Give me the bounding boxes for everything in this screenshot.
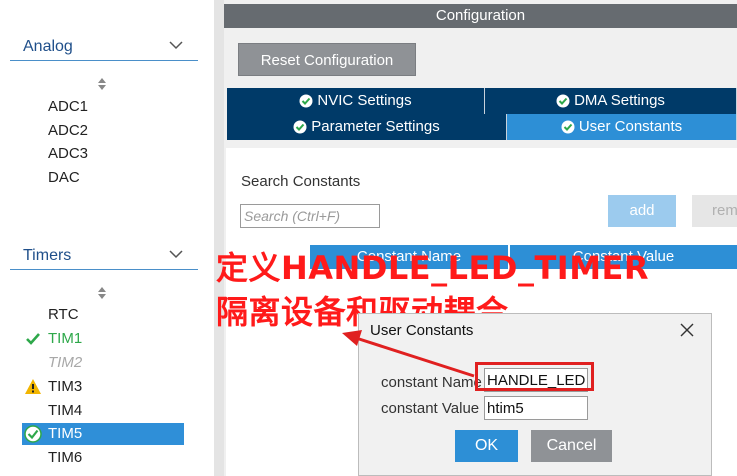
constant-name-label: constant Name <box>381 374 482 391</box>
sidebar-item-label: TIM1 <box>48 330 83 347</box>
category-header-analog[interactable]: Analog <box>10 35 198 61</box>
tab-user-constants[interactable]: User Constants <box>507 114 737 140</box>
tab-label: User Constants <box>578 118 683 135</box>
tab-label: DMA Settings <box>574 92 665 109</box>
tab-label: Parameter Settings <box>311 118 440 135</box>
peripheral-sidebar: Analog ADC1 ADC2 ADC3 DAC Timers RTC TIM… <box>0 0 214 476</box>
chevron-down-icon[interactable] <box>168 246 184 262</box>
category-label: Analog <box>23 38 73 55</box>
sidebar-item-label: TIM5 <box>48 425 83 442</box>
tab-nvic-settings[interactable]: NVIC Settings <box>227 88 485 114</box>
category-header-timers[interactable]: Timers <box>10 244 198 270</box>
sidebar-item-adc1[interactable]: ADC1 <box>48 97 88 117</box>
panel-title: Configuration <box>224 4 737 28</box>
check-circle-icon <box>293 120 307 134</box>
sort-icon[interactable] <box>96 77 108 91</box>
sidebar-item-label: TIM3 <box>48 378 83 395</box>
dialog-title: User Constants <box>370 322 474 339</box>
chevron-down-icon[interactable] <box>168 37 184 53</box>
splitter[interactable] <box>214 0 224 476</box>
sidebar-item-tim5[interactable]: TIM5 <box>22 423 184 445</box>
sort-icon[interactable] <box>96 286 108 300</box>
sidebar-item-adc2[interactable]: ADC2 <box>48 121 88 141</box>
ok-button[interactable]: OK <box>455 430 518 462</box>
cancel-button[interactable]: Cancel <box>531 430 612 462</box>
check-circle-icon <box>24 425 42 443</box>
tab-dma-settings[interactable]: DMA Settings <box>485 88 737 114</box>
add-button[interactable]: add <box>608 195 676 227</box>
sidebar-item-tim2[interactable]: TIM2 <box>48 353 82 373</box>
constant-value-field[interactable] <box>484 396 588 420</box>
sidebar-item-tim3[interactable]: TIM3 <box>22 376 184 398</box>
remove-button[interactable]: remove <box>692 195 737 227</box>
sidebar-item-rtc[interactable]: RTC <box>48 305 79 325</box>
tab-parameter-settings[interactable]: Parameter Settings <box>227 114 507 140</box>
check-circle-icon <box>556 94 570 108</box>
warning-icon <box>25 379 41 394</box>
close-icon[interactable] <box>679 322 695 338</box>
check-icon <box>26 333 40 345</box>
sidebar-item-adc3[interactable]: ADC3 <box>48 144 88 164</box>
category-label: Timers <box>23 247 72 264</box>
search-label: Search Constants <box>241 173 361 190</box>
check-circle-icon <box>561 120 575 134</box>
sidebar-item-tim4[interactable]: TIM4 <box>48 401 82 421</box>
sidebar-item-dac[interactable]: DAC <box>48 168 80 188</box>
tab-label: NVIC Settings <box>317 92 412 109</box>
constant-name-field[interactable] <box>484 368 588 392</box>
constant-value-label: constant Value <box>381 400 480 417</box>
reset-configuration-button[interactable]: Reset Configuration <box>238 43 416 76</box>
search-input[interactable] <box>240 204 380 228</box>
sidebar-item-tim1[interactable]: TIM1 <box>22 328 184 350</box>
annotation-text-line1: 定义HANDLE_LED_TIMER <box>216 249 650 287</box>
check-circle-icon <box>299 94 313 108</box>
sidebar-item-tim6[interactable]: TIM6 <box>48 448 82 468</box>
user-constants-dialog: User Constants constant Name constant Va… <box>358 313 712 476</box>
